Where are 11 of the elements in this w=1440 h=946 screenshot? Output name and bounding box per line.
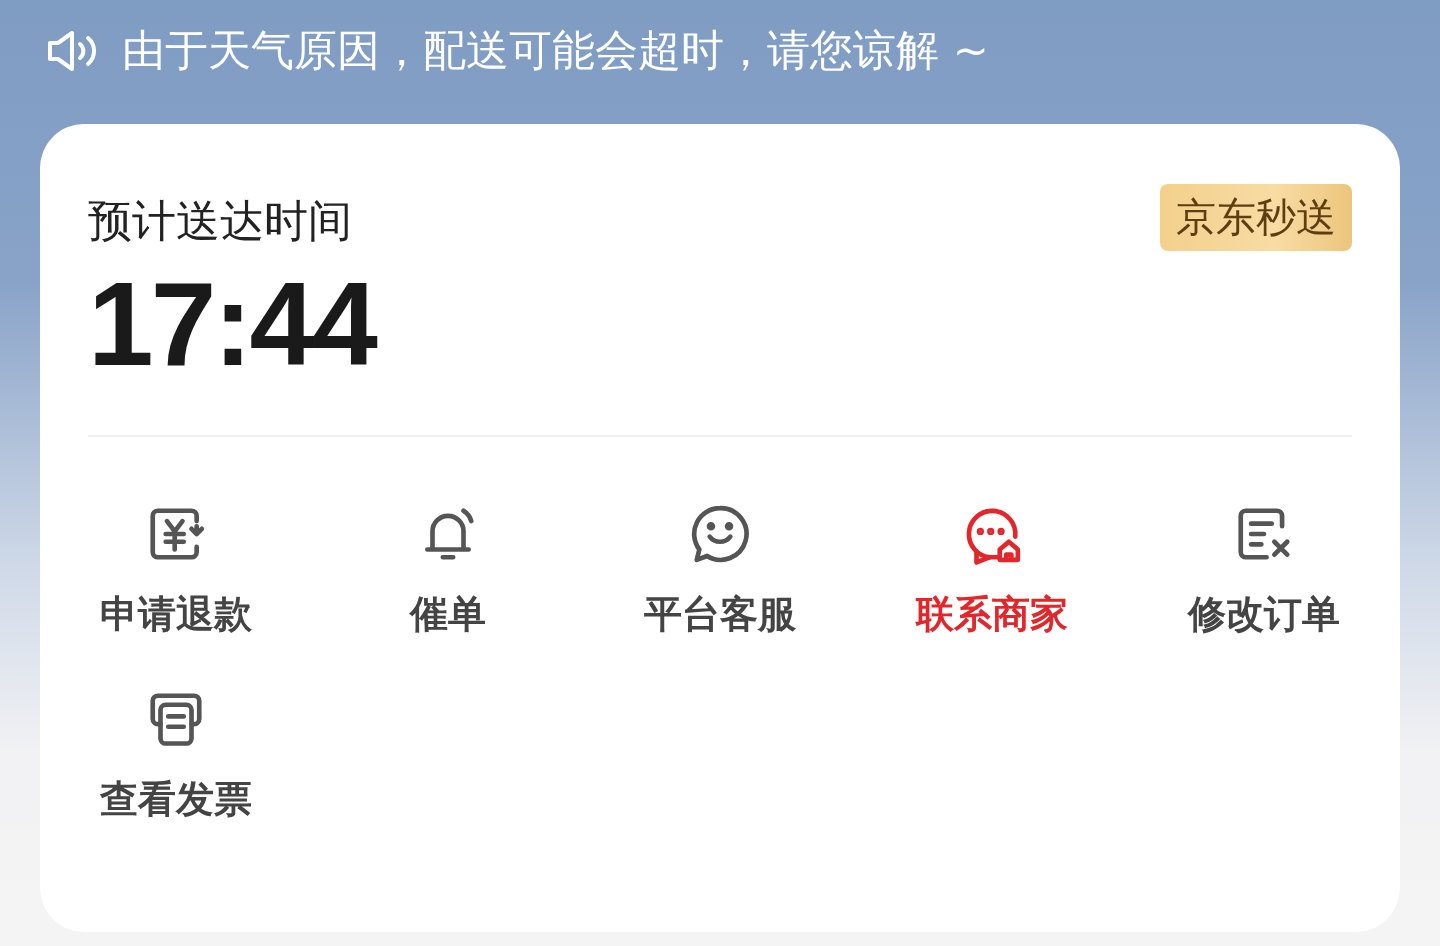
action-button[interactable]: 催单 <box>410 503 486 640</box>
action-button[interactable]: 查看发票 <box>100 688 252 825</box>
smiley-chat-icon <box>689 503 751 565</box>
action-button[interactable]: 申请退款 <box>100 503 252 640</box>
service-badge: 京东秒送 <box>1160 184 1352 251</box>
action-button[interactable]: 联系商家 <box>916 503 1068 640</box>
delivery-label: 预计送达时间 <box>88 194 352 248</box>
delivery-time: 17:44 <box>87 265 378 383</box>
action-button[interactable]: 平台客服 <box>644 503 796 640</box>
notice-text: 由于天气原因，配送可能会超时，请您谅解 ~ <box>122 24 989 77</box>
action-button[interactable]: 修改订单 <box>1188 503 1340 640</box>
